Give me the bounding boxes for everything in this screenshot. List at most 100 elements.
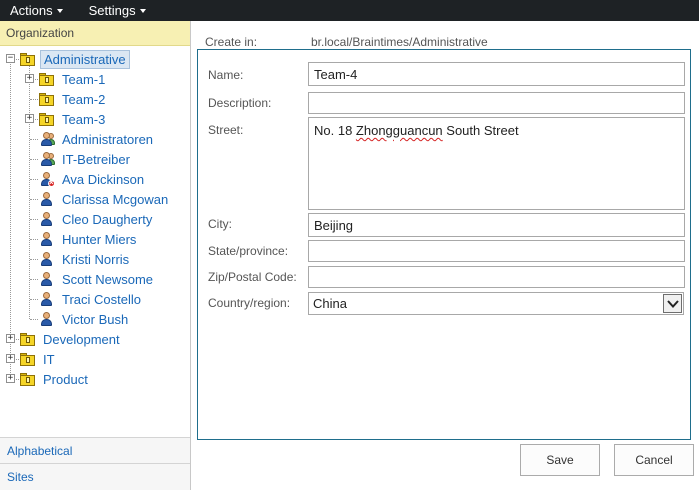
organization-header-label: Organization — [6, 26, 75, 40]
tree-item-clarissa-mcgowan[interactable]: Clarissa Mcgowan — [39, 189, 171, 209]
expand-icon[interactable]: + — [6, 374, 15, 383]
sites-nav[interactable]: Sites — [0, 463, 190, 490]
tree-item-label: Team-2 — [62, 91, 106, 107]
settings-menu-label: Settings — [88, 3, 136, 18]
city-value: Beijing — [314, 217, 354, 233]
user-icon — [39, 251, 55, 267]
name-field[interactable]: Team-4 — [308, 62, 685, 86]
actions-menu[interactable]: Actions — [0, 0, 71, 21]
tree-item-label: Cleo Daugherty — [62, 211, 153, 227]
tree-connector — [30, 139, 38, 140]
tree-item-kristi-norris[interactable]: Kristi Norris — [39, 249, 132, 269]
tree-connector — [29, 64, 30, 319]
user-icon — [39, 311, 55, 327]
folder-icon — [39, 92, 55, 106]
user-group-icon — [39, 131, 55, 147]
tree-item-product[interactable]: Product — [20, 369, 91, 389]
city-field[interactable]: Beijing — [308, 213, 685, 237]
tree-connector — [30, 179, 38, 180]
chevron-down-icon — [56, 8, 63, 13]
tree-item-label: Ava Dickinson — [62, 171, 145, 187]
folder-icon — [20, 372, 36, 386]
top-menu-bar: Actions Settings — [0, 0, 699, 21]
folder-icon — [20, 332, 36, 346]
tree-item-label: Hunter Miers — [62, 231, 137, 247]
sites-nav-label: Sites — [7, 470, 34, 484]
tree-item-scott-newsome[interactable]: Scott Newsome — [39, 269, 156, 289]
street-value: No. 18 Zhongguancun South Street — [314, 123, 519, 138]
expand-icon[interactable]: + — [25, 74, 34, 83]
chevron-down-icon[interactable] — [663, 294, 682, 313]
tree-item-ava-dickinson[interactable]: Ava Dickinson — [39, 169, 147, 189]
country-value: China — [313, 296, 347, 311]
user-icon — [39, 191, 55, 207]
expand-icon[interactable]: + — [6, 334, 15, 343]
tree-item-victor-bush[interactable]: Victor Bush — [39, 309, 131, 329]
tree-item-label: Team-3 — [62, 111, 106, 127]
tree-connector — [30, 319, 38, 320]
tree-item-label: Team-1 — [62, 71, 106, 87]
user-icon — [39, 211, 55, 227]
spelling-error-mark: Zhongguancun — [355, 123, 443, 138]
tree-item-team-1[interactable]: Team-1 — [39, 69, 108, 89]
state-label: State/province: — [208, 244, 289, 258]
tree-item-label: Traci Costello — [62, 291, 141, 307]
create-in-value: br.local/Braintimes/Administrative — [311, 35, 488, 49]
name-value: Team-4 — [314, 66, 358, 82]
save-button[interactable]: Save — [520, 444, 600, 476]
city-label: City: — [208, 217, 232, 231]
left-pane: Organization Administrative − Team-1 + Team-… — [0, 21, 191, 490]
organization-header[interactable]: Organization — [0, 21, 190, 46]
expand-icon[interactable]: + — [25, 114, 34, 123]
tree-connector — [30, 99, 38, 100]
tree-item-it[interactable]: IT — [20, 349, 58, 369]
settings-menu[interactable]: Settings — [79, 0, 154, 21]
expand-icon[interactable]: + — [6, 354, 15, 363]
user-icon — [39, 271, 55, 287]
tree-item-label: Kristi Norris — [62, 251, 130, 267]
state-field[interactable] — [308, 240, 685, 262]
tree-item-label: IT-Betreiber — [62, 151, 130, 167]
zip-label: Zip/Postal Code: — [208, 270, 297, 284]
tree-item-label: Administratoren — [62, 131, 154, 147]
tree-item-label: IT — [43, 351, 55, 367]
tree-item-administratoren[interactable]: Administratoren — [39, 129, 156, 149]
cancel-button-label: Cancel — [635, 453, 673, 467]
tree-connector — [30, 219, 38, 220]
user-icon — [39, 231, 55, 247]
tree-item-team-2[interactable]: Team-2 — [39, 89, 108, 109]
user-icon — [39, 291, 55, 307]
tree-item-it-betreiber[interactable]: IT-Betreiber — [39, 149, 133, 169]
address-form: Name: Team-4 Description: Street: No. 18… — [197, 49, 691, 440]
tree-connector — [10, 64, 11, 379]
tree-connector — [30, 299, 38, 300]
tree-item-label: Administrative — [40, 49, 130, 69]
chevron-down-icon — [139, 8, 146, 13]
cancel-button[interactable]: Cancel — [614, 444, 694, 476]
name-label: Name: — [208, 68, 244, 82]
folder-icon — [20, 352, 36, 366]
street-textarea[interactable]: No. 18 Zhongguancun South Street — [308, 117, 685, 210]
user-disabled-icon — [39, 171, 55, 187]
alphabetical-nav[interactable]: Alphabetical — [0, 437, 190, 463]
description-label: Description: — [208, 96, 272, 110]
save-button-label: Save — [546, 453, 574, 467]
tree-item-team-3[interactable]: Team-3 — [39, 109, 108, 129]
tree-item-hunter-miers[interactable]: Hunter Miers — [39, 229, 139, 249]
alphabetical-nav-label: Alphabetical — [7, 443, 73, 458]
tree-item-label: Clarissa Mcgowan — [62, 191, 169, 207]
tree-connector — [30, 239, 38, 240]
tree-item-traci-costello[interactable]: Traci Costello — [39, 289, 144, 309]
tree-item-cleo-daugherty[interactable]: Cleo Daugherty — [39, 209, 155, 229]
zip-field[interactable] — [308, 266, 685, 288]
collapse-icon[interactable]: − — [6, 54, 15, 63]
country-select[interactable]: China — [308, 292, 684, 315]
tree-item-administrative[interactable]: Administrative — [20, 49, 130, 69]
tree-item-development[interactable]: Development — [20, 329, 123, 349]
country-label: Country/region: — [208, 296, 291, 310]
folder-icon — [39, 112, 55, 126]
create-form-pane: Create in: br.local/Braintimes/Administr… — [192, 21, 699, 490]
tree-connector — [30, 279, 38, 280]
tree-item-label: Victor Bush — [62, 311, 129, 327]
description-field[interactable] — [308, 92, 685, 114]
